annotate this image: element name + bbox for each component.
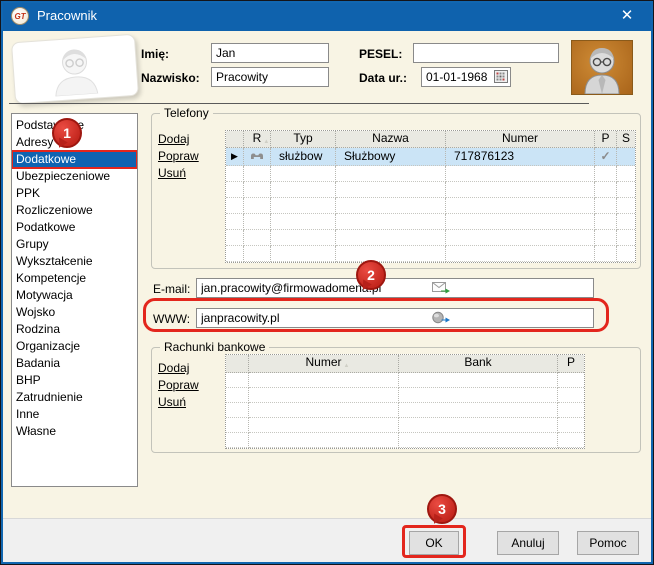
bank-row-empty <box>226 388 584 403</box>
phone-name-cell: Służbowy <box>336 148 446 166</box>
bank-row-empty <box>226 403 584 418</box>
send-email-icon[interactable] <box>432 281 451 295</box>
banks-col-p[interactable]: P <box>558 355 584 373</box>
email-label: E-mail: <box>153 282 190 296</box>
sort-asc-icon: ▲ <box>344 359 350 373</box>
sidebar-item-ppk[interactable]: PPK <box>12 185 137 202</box>
phone-number-cell: 717876123 <box>446 148 595 166</box>
birth-date-label: Data ur.: <box>359 71 407 85</box>
first-name-label: Imię: <box>141 47 169 61</box>
phones-col-nazwa[interactable]: Nazwa <box>336 131 446 148</box>
employee-photo-placeholder <box>571 40 633 95</box>
bank-row-empty <box>226 373 584 388</box>
phones-col-s[interactable]: S <box>617 131 635 148</box>
phones-groupbox: Telefony Dodaj Popraw Usuń R▲ Typ Nazwa … <box>151 113 641 269</box>
sidebar-item-bhp[interactable]: BHP <box>12 372 137 389</box>
banks-col-bank[interactable]: Bank <box>399 355 558 373</box>
www-input[interactable] <box>196 308 594 328</box>
bank-row-empty <box>226 418 584 433</box>
annotation-badge-1: 1 <box>52 118 82 148</box>
sidebar-item-ubezpieczeniowe[interactable]: Ubezpieczeniowe <box>12 168 137 185</box>
badge-card-image <box>11 34 139 104</box>
app-logo-icon: GT <box>11 7 29 25</box>
sidebar-item-dodatkowe[interactable]: Dodatkowe <box>12 151 137 168</box>
email-input[interactable] <box>196 278 594 298</box>
sidebar-item-organizacje[interactable]: Organizacje <box>12 338 137 355</box>
phone-row-empty <box>226 214 635 230</box>
phone-row-empty <box>226 246 635 262</box>
sidebar-item-podatkowe[interactable]: Podatkowe <box>12 219 137 236</box>
bank-accounts-table: Numer▲ Bank P <box>225 354 585 449</box>
phones-edit-link[interactable]: Popraw <box>158 148 199 165</box>
phone-row-empty <box>226 198 635 214</box>
sidebar-item-wojsko[interactable]: Wojsko <box>12 304 137 321</box>
bank-accounts-legend: Rachunki bankowe <box>160 340 269 354</box>
sort-asc-icon: ▲ <box>263 135 269 148</box>
title-bar: GT Pracownik ✕ <box>1 1 653 31</box>
phones-add-link[interactable]: Dodaj <box>158 131 199 148</box>
category-listbox: Podstawowe Adresy Dodatkowe Ubezpieczeni… <box>11 113 138 487</box>
phones-col-numer[interactable]: Numer <box>446 131 595 148</box>
phone-row-selected[interactable]: ▶ służbow Służbowy 717876123 ✓ <box>226 148 635 166</box>
header-divider <box>9 103 589 104</box>
banks-edit-link[interactable]: Popraw <box>158 377 199 394</box>
ok-button[interactable]: OK <box>409 531 459 555</box>
first-name-input[interactable] <box>211 43 329 63</box>
banks-col-selector <box>226 355 249 373</box>
person-watermark-icon <box>36 40 113 97</box>
annotation-badge-3: 3 <box>427 494 457 524</box>
row-marker-icon: ▶ <box>226 148 243 165</box>
banks-col-numer[interactable]: Numer▲ <box>249 355 399 373</box>
sidebar-item-badania[interactable]: Badania <box>12 355 137 372</box>
last-name-label: Nazwisko: <box>141 71 200 85</box>
sidebar-item-kompetencje[interactable]: Kompetencje <box>12 270 137 287</box>
sidebar-item-inne[interactable]: Inne <box>12 406 137 423</box>
phones-legend: Telefony <box>160 106 213 120</box>
pesel-label: PESEL: <box>359 47 402 61</box>
phones-col-p[interactable]: P <box>595 131 617 148</box>
phone-handset-icon <box>250 152 264 160</box>
cancel-button[interactable]: Anuluj <box>497 531 559 555</box>
phones-col-selector <box>226 131 244 148</box>
open-www-icon[interactable] <box>432 311 451 325</box>
pracownik-dialog: GT Pracownik ✕ Imię: Nazwisko: PESEL: Da… <box>0 0 654 565</box>
phones-table-header: R▲ Typ Nazwa Numer P S <box>226 131 635 148</box>
sidebar-item-rozliczeniowe[interactable]: Rozliczeniowe <box>12 202 137 219</box>
check-icon: ✓ <box>595 148 616 164</box>
person-icon <box>572 41 632 94</box>
phones-col-r[interactable]: R▲ <box>244 131 271 148</box>
phone-row-empty <box>226 230 635 246</box>
sidebar-item-motywacja[interactable]: Motywacja <box>12 287 137 304</box>
birth-date-field <box>421 67 511 87</box>
window-title: Pracownik <box>37 1 97 31</box>
annotation-badge-2: 2 <box>356 260 386 290</box>
phones-table: R▲ Typ Nazwa Numer P S ▶ służbow Służbow… <box>225 130 636 263</box>
phones-col-typ[interactable]: Typ <box>271 131 336 148</box>
sidebar-item-wyksztalcenie[interactable]: Wykształcenie <box>12 253 137 270</box>
bank-accounts-groupbox: Rachunki bankowe Dodaj Popraw Usuń Numer… <box>151 347 641 453</box>
banks-add-link[interactable]: Dodaj <box>158 360 199 377</box>
bank-row-empty <box>226 433 584 448</box>
banks-table-header: Numer▲ Bank P <box>226 355 584 373</box>
sidebar-item-rodzina[interactable]: Rodzina <box>12 321 137 338</box>
banks-delete-link[interactable]: Usuń <box>158 394 199 411</box>
close-icon[interactable]: ✕ <box>611 1 643 31</box>
sidebar-item-zatrudnienie[interactable]: Zatrudnienie <box>12 389 137 406</box>
phone-row-empty <box>226 182 635 198</box>
phone-row-empty <box>226 166 635 182</box>
calendar-icon[interactable] <box>494 70 508 83</box>
phone-type-cell: służbow <box>271 148 336 166</box>
help-button[interactable]: Pomoc <box>577 531 639 555</box>
sidebar-item-grupy[interactable]: Grupy <box>12 236 137 253</box>
phones-delete-link[interactable]: Usuń <box>158 165 199 182</box>
pesel-input[interactable] <box>413 43 559 63</box>
www-label: WWW: <box>153 312 190 326</box>
last-name-input[interactable] <box>211 67 329 87</box>
sidebar-item-wlasne[interactable]: Własne <box>12 423 137 440</box>
